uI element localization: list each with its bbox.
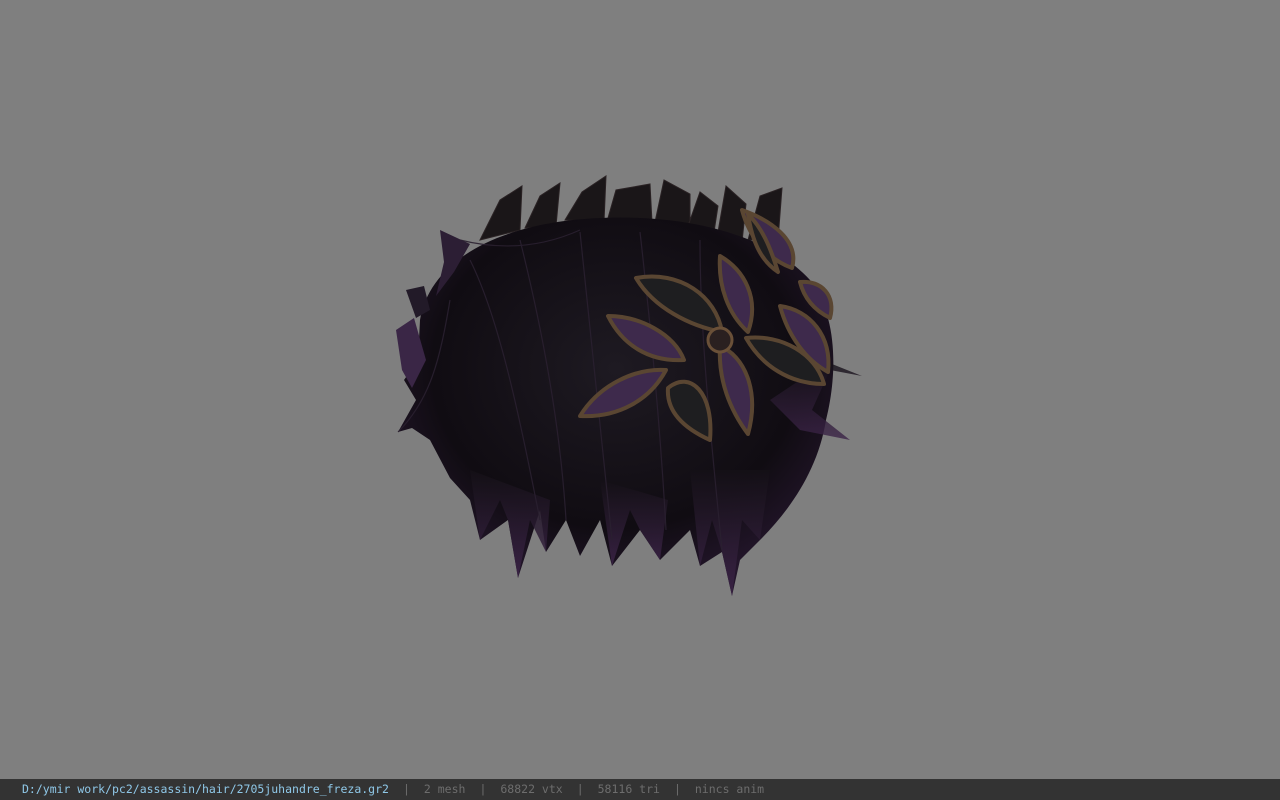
hair-model-render[interactable] [0,0,1280,779]
status-bar: D:/ymir work/pc2/assassin/hair/2705juhan… [0,779,1280,800]
vertex-count-label: 68822 vtx [500,782,563,796]
file-path-label: D:/ymir work/pc2/assassin/hair/2705juhan… [22,782,389,796]
separator: | [673,782,681,796]
separator: | [479,782,487,796]
3d-viewport[interactable] [0,0,1280,779]
separator: | [576,782,584,796]
mesh-count-label: 2 mesh [423,782,466,796]
separator: | [402,782,410,796]
animation-status-label: nincs anim [694,782,765,796]
triangle-count-label: 58116 tri [597,782,660,796]
